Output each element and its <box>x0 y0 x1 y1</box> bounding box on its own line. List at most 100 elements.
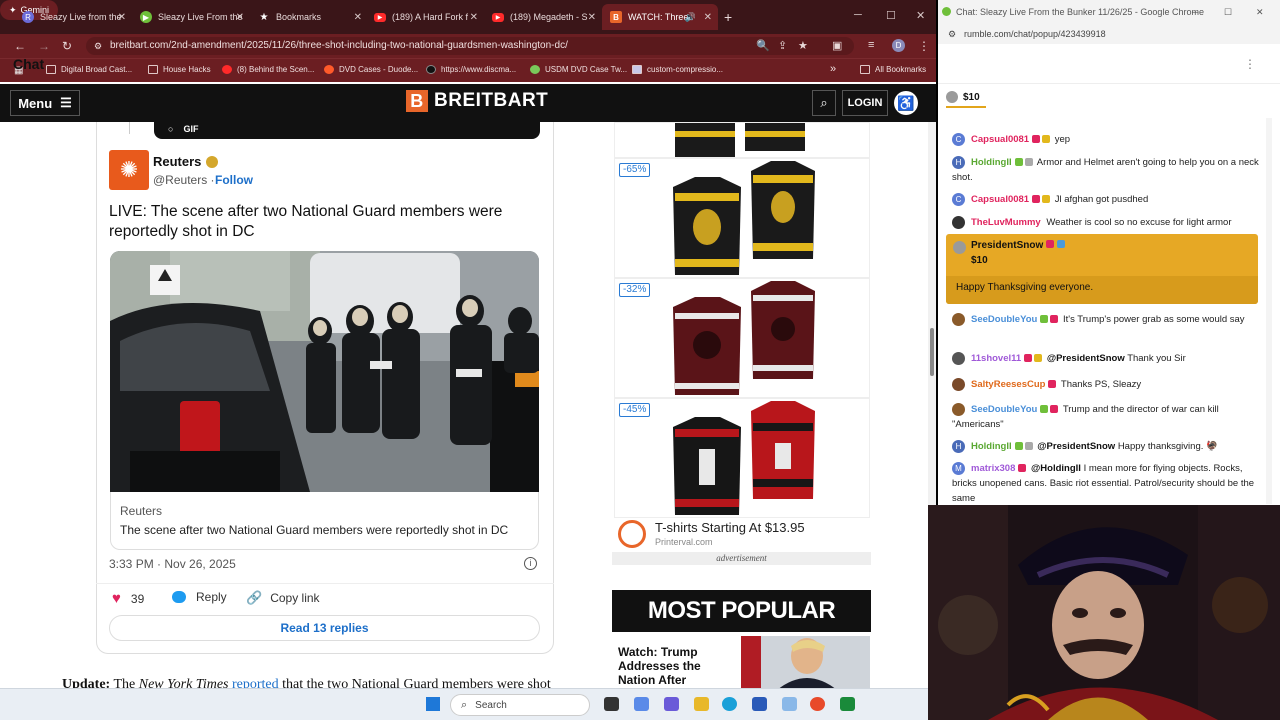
app-icon[interactable] <box>840 697 855 711</box>
bookmark-item[interactable]: custom-compressio... <box>632 65 723 74</box>
close-window-icon[interactable]: ✕ <box>916 9 925 22</box>
avatar <box>952 351 965 365</box>
store-icon[interactable] <box>752 697 767 711</box>
minimize-icon[interactable]: ─ <box>854 9 862 21</box>
chat-username[interactable]: 11shovel11 <box>971 353 1021 364</box>
tab-hard-fork[interactable]: ▶ (189) A Hard Fork f ✕ <box>366 4 484 30</box>
chat-username[interactable]: matrix308 <box>971 463 1015 474</box>
task-view-icon[interactable] <box>604 697 619 711</box>
windows-start-icon[interactable] <box>426 697 440 711</box>
tab-bookmarks[interactable]: ★ Bookmarks ✕ <box>250 4 368 30</box>
copilot-icon[interactable] <box>634 697 649 711</box>
tweet-timestamp[interactable]: 3:33 PM · Nov 26, 2025 <box>109 557 236 571</box>
maximize-icon[interactable]: ☐ <box>886 9 896 22</box>
scrollbar-thumb[interactable] <box>930 328 934 376</box>
tab-sleazy-2[interactable]: ▶ Sleazy Live From the ✕ <box>132 4 250 30</box>
profile-avatar[interactable]: D <box>892 39 905 52</box>
avatar: H <box>952 155 965 169</box>
bookmark-item[interactable]: USDM DVD Case Tw... <box>530 65 627 74</box>
tweet-handle[interactable]: @Reuters · <box>153 173 215 187</box>
taskbar-search[interactable]: ⌕ Search <box>450 694 590 716</box>
ad-title[interactable]: T-shirts Starting At $13.95 <box>655 520 805 535</box>
bookmark-item[interactable]: Digital Broad Cast... <box>46 65 132 74</box>
sidebar-icon[interactable]: ≡ <box>868 39 874 51</box>
ad-domain[interactable]: Printerval.com <box>655 537 713 547</box>
chat-username[interactable]: Capsual0081 <box>971 134 1029 145</box>
new-tab-button[interactable]: + <box>724 9 732 25</box>
close-tab-icon[interactable]: ✕ <box>704 12 712 23</box>
tab-breitbart[interactable]: B WATCH: Three S 🔊 ✕ <box>602 4 718 30</box>
address-bar[interactable]: ⚙ breitbart.com/2nd-amendment/2025/11/26… <box>86 37 854 55</box>
close-window-icon[interactable]: ✕ <box>1256 0 1264 24</box>
chat-username[interactable]: SeeDoubleYou <box>971 404 1037 415</box>
minimize-icon[interactable]: ─ <box>1192 0 1198 24</box>
read-replies-button[interactable]: Read 13 replies <box>109 615 540 641</box>
chat-username[interactable]: HoldingII <box>971 157 1012 168</box>
login-button[interactable]: LOGIN <box>842 90 888 116</box>
chat-username[interactable]: Capsual0081 <box>971 194 1029 205</box>
chat-username[interactable]: HoldingII <box>971 441 1012 452</box>
bookmark-star-icon[interactable]: ★ <box>798 39 808 52</box>
follow-link[interactable]: Follow <box>215 173 253 187</box>
badge-icon <box>1040 315 1049 324</box>
reload-icon[interactable]: ↻ <box>62 39 72 53</box>
audio-icon[interactable]: 🔊 <box>685 12 696 23</box>
cast-icon[interactable]: ▣ <box>832 39 842 52</box>
bookmark-item[interactable]: DVD Cases - Duode... <box>324 65 418 74</box>
sweater-image <box>673 401 815 515</box>
info-icon[interactable]: i <box>524 557 537 570</box>
chat-username[interactable]: SaltyReesesCup <box>971 379 1045 390</box>
rumble-tab-icon: R <box>22 11 34 23</box>
tab-sleazy-1[interactable]: R Sleazy Live from the ✕ <box>14 4 132 30</box>
search-icon[interactable]: ⌕ <box>812 90 836 116</box>
ad-product[interactable] <box>614 278 870 398</box>
copy-link-button[interactable]: 🔗 Copy link <box>246 590 320 606</box>
reply-button[interactable]: Reply <box>172 590 227 604</box>
site-info-icon[interactable]: ⚙ <box>94 37 102 55</box>
teams-icon[interactable] <box>664 697 679 711</box>
close-tab-icon[interactable]: ✕ <box>588 12 596 23</box>
card-caption[interactable] <box>110 492 539 550</box>
bookmark-item[interactable]: House Hacks <box>148 65 211 74</box>
edge-icon[interactable] <box>722 697 737 711</box>
ad-product[interactable] <box>614 158 870 278</box>
tweet-author[interactable]: Reuters <box>153 154 219 169</box>
tab-megadeth[interactable]: ▶ (189) Megadeth - S ✕ <box>484 4 602 30</box>
reuters-avatar[interactable]: ✺ <box>109 150 149 190</box>
install-icon[interactable]: ⇪ <box>778 39 787 52</box>
rant-username[interactable]: PresidentSnow <box>971 240 1065 251</box>
chat-scrollbar[interactable] <box>1266 118 1272 504</box>
forward-icon[interactable]: → <box>38 39 50 53</box>
back-icon[interactable]: ← <box>14 39 26 53</box>
maximize-icon[interactable]: ☐ <box>1224 0 1232 24</box>
app-icon[interactable] <box>782 697 797 711</box>
chat-username[interactable]: SeeDoubleYou <box>971 314 1037 325</box>
close-tab-icon[interactable]: ✕ <box>354 12 362 23</box>
close-tab-icon[interactable]: ✕ <box>470 12 478 23</box>
more-menu-icon[interactable]: ⋮ <box>918 39 930 53</box>
ad-product[interactable] <box>614 122 870 158</box>
more-bookmarks-button[interactable]: » <box>830 63 836 75</box>
chat-more-icon[interactable]: ⋮ <box>1244 57 1256 71</box>
bookmark-item[interactable]: (8) Behind the Scen... <box>222 65 314 74</box>
chat-username[interactable]: TheLuvMummy <box>971 217 1041 228</box>
like-button[interactable]: ♥ 39 <box>112 590 144 607</box>
popular-article-thumbnail[interactable] <box>741 636 870 690</box>
bookmark-item[interactable]: https://www.discma... <box>426 65 516 74</box>
popular-article-link[interactable]: Watch: Trump Addresses the Nation After <box>618 645 730 687</box>
tweet-video-still[interactable] <box>110 251 539 492</box>
chat-url-bar[interactable]: ⚙ rumble.com/chat/popup/423439918 <box>938 24 1280 44</box>
pinned-rant[interactable]: $10 <box>946 91 980 103</box>
ad-product[interactable] <box>614 398 870 518</box>
menu-button[interactable]: Menu ☰ <box>10 90 80 116</box>
file-explorer-icon[interactable] <box>694 697 709 711</box>
close-tab-icon[interactable]: ✕ <box>236 12 244 23</box>
zoom-icon[interactable]: 🔍 <box>756 39 770 52</box>
site-logo[interactable]: B BREITBART <box>406 90 548 112</box>
accessibility-icon[interactable]: ♿ <box>894 91 918 115</box>
chrome-icon[interactable] <box>810 697 825 711</box>
close-tab-icon[interactable]: ✕ <box>118 12 126 23</box>
all-bookmarks-button[interactable]: All Bookmarks <box>860 65 926 74</box>
printerval-logo[interactable] <box>618 520 646 548</box>
youtube-icon: ▶ <box>492 12 504 22</box>
